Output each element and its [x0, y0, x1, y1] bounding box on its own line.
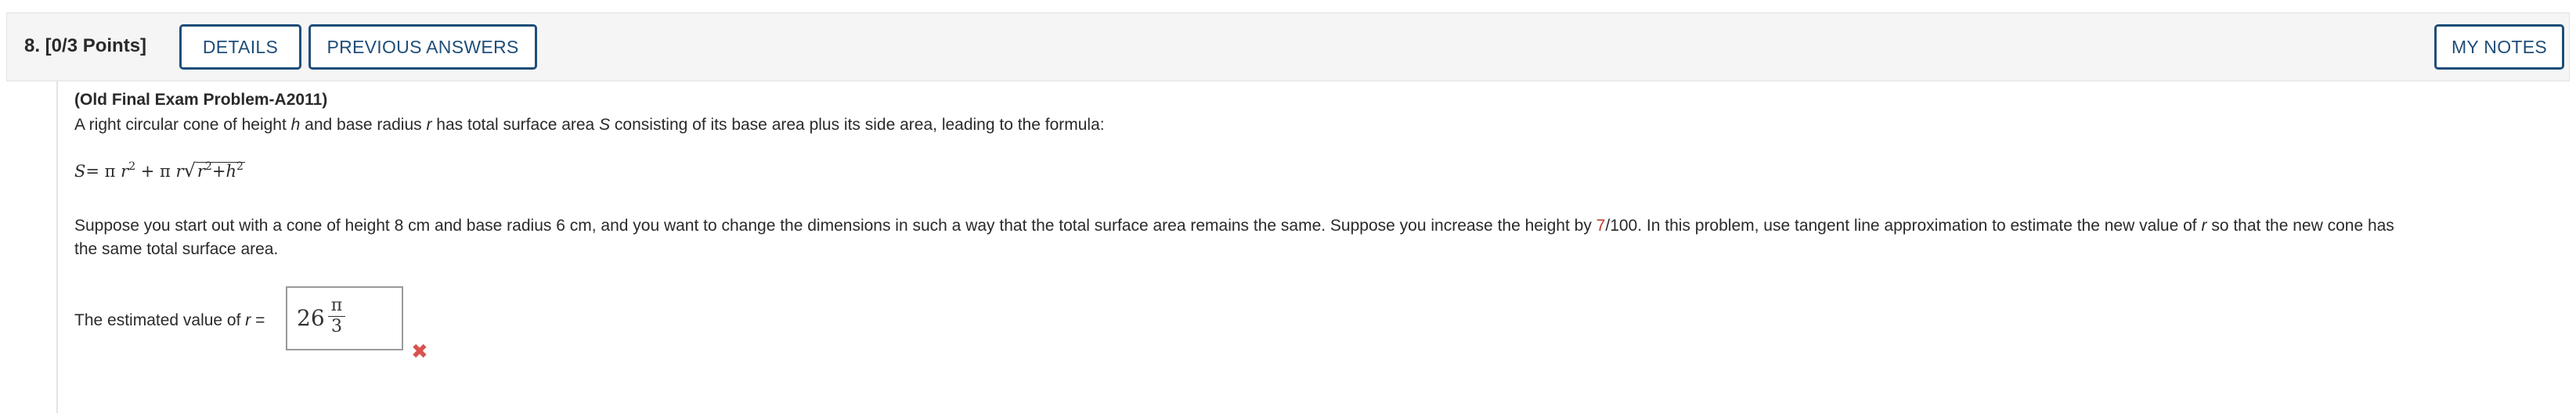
answer-fraction: π 3	[328, 296, 345, 337]
answer-whole-part: 26	[297, 305, 325, 331]
formula-r: r	[121, 162, 129, 181]
problem-paragraph: Suppose you start out with a cone of hei…	[74, 214, 2564, 261]
my-notes-button[interactable]: MY NOTES	[2434, 24, 2564, 70]
question-header: 8. [0/3 Points] DETAILS PREVIOUS ANSWERS…	[6, 13, 2570, 81]
formula-text: + π	[135, 162, 176, 181]
answer-label-text: The estimated value of	[74, 311, 246, 329]
intro-text: consisting of its base area plus its sid…	[610, 116, 1105, 134]
formula-r: r	[197, 162, 205, 181]
content-left-border	[56, 81, 58, 413]
answer-label-text: =	[251, 311, 265, 329]
previous-answers-button[interactable]: PREVIOUS ANSWERS	[308, 24, 537, 70]
question-number-points: 8. [0/3 Points]	[24, 35, 147, 56]
intro-text: has total surface area	[431, 116, 600, 134]
paragraph-text: so that the new cone has	[2206, 217, 2394, 235]
formula-s: S	[74, 162, 86, 181]
formula-exponent: 2	[204, 160, 212, 173]
formula-radicand: r2+h2	[195, 160, 245, 181]
formula-r: r	[175, 162, 184, 181]
problem-intro: A right circular cone of height h and ba…	[74, 116, 1105, 135]
formula-text: = π	[85, 162, 121, 181]
var-h: h	[290, 116, 301, 134]
paragraph-line: the same total surface area.	[74, 240, 279, 258]
question-page: 8. [0/3 Points] DETAILS PREVIOUS ANSWERS…	[0, 0, 2576, 413]
intro-text: A right circular cone of height	[74, 116, 291, 134]
surface-area-formula: S= π r2 + π r√r2+h2	[74, 160, 245, 181]
formula-exponent: 2	[128, 160, 136, 173]
answer-denominator: 3	[331, 317, 342, 336]
problem-title: (Old Final Exam Problem-A2011)	[74, 91, 328, 109]
paragraph-text: Suppose you start out with a cone of hei…	[74, 217, 1596, 235]
answer-label: The estimated value of r =	[74, 311, 265, 330]
intro-text: and base radius	[300, 116, 427, 134]
details-button[interactable]: DETAILS	[179, 24, 301, 70]
paragraph-text: /100. In this problem, use tangent line …	[1605, 217, 2202, 235]
answer-numerator: π	[328, 296, 345, 317]
formula-text: +	[211, 162, 226, 181]
answer-input[interactable]: 26 π 3	[286, 286, 403, 350]
wrong-x-icon: ✖	[411, 339, 428, 363]
formula-h: h	[225, 162, 236, 181]
formula-exponent: 2	[236, 160, 244, 173]
highlighted-value: 7	[1596, 217, 1606, 235]
paragraph-line: Suppose you start out with a cone of hei…	[74, 214, 2564, 238]
sqrt-icon: √	[183, 160, 196, 181]
var-s: S	[599, 116, 611, 134]
